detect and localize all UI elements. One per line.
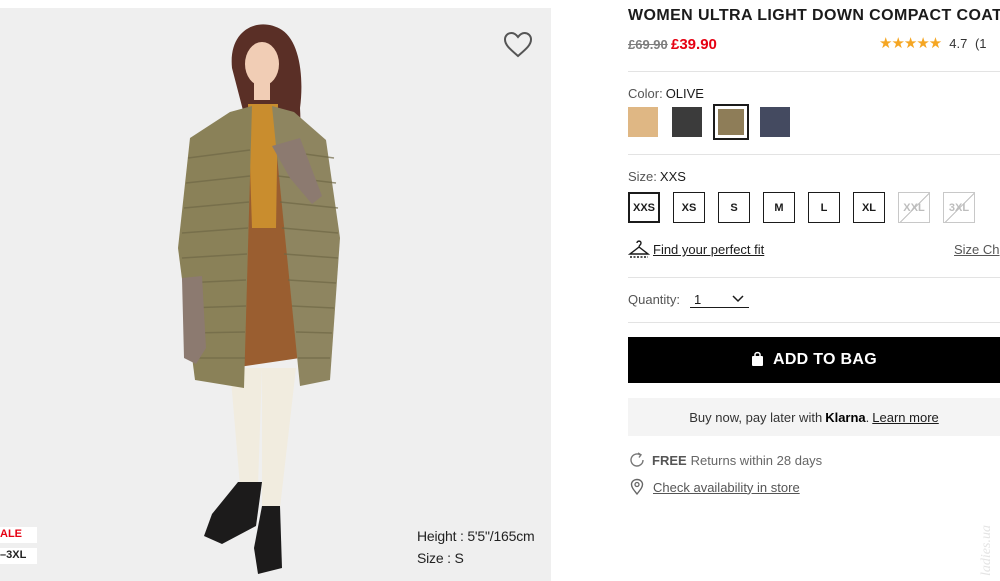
- size-option-xxl[interactable]: XXL: [898, 192, 930, 223]
- color-swatch-beige[interactable]: [628, 107, 658, 137]
- original-price: £69.90: [628, 37, 668, 52]
- product-image-panel: Height : 5'5"/165cm Size : S ALE –3XL: [0, 8, 551, 581]
- size-option-s[interactable]: S: [718, 192, 750, 223]
- sale-price: £39.90: [671, 36, 717, 53]
- quantity-value: 1: [694, 292, 702, 307]
- sale-badge: ALE: [0, 527, 37, 543]
- add-to-bag-label: ADD TO BAG: [772, 351, 878, 368]
- rating-stars-icon: ★★★★★: [879, 35, 942, 52]
- selected-size-name: XXS: [659, 169, 686, 184]
- model-height-caption: Height : 5'5"/165cm: [417, 528, 535, 544]
- rating-count: (1: [974, 36, 987, 51]
- svg-text:ladies.ua: ladies.ua: [979, 525, 994, 576]
- store-availability: Check availability in store: [628, 478, 800, 496]
- product-title: WOMEN ULTRA LIGHT DOWN COMPACT COAT: [628, 7, 1000, 24]
- klarna-learn-more-link[interactable]: Learn more: [872, 410, 938, 425]
- klarna-brand: Klarna: [825, 409, 866, 425]
- product-rating[interactable]: ★★★★★ 4.7 (1: [879, 34, 987, 52]
- rating-value: 4.7: [949, 36, 968, 51]
- size-option-l[interactable]: L: [808, 192, 840, 223]
- color-label-row: Color: OLIVE: [628, 86, 704, 101]
- size-range-badge: –3XL: [0, 548, 37, 564]
- shopping-bag-icon: [751, 351, 763, 366]
- divider: [628, 277, 1000, 278]
- quantity-label: Quantity:: [628, 292, 681, 307]
- quantity-select[interactable]: 1: [690, 291, 749, 308]
- add-to-bag-button[interactable]: ADD TO BAG: [628, 337, 1000, 383]
- returns-icon: [630, 452, 644, 467]
- returns-info: FREE Returns within 28 days: [628, 451, 822, 469]
- favorite-heart-icon[interactable]: [503, 30, 533, 60]
- klarna-period: .: [865, 409, 870, 425]
- size-option-xl[interactable]: XL: [853, 192, 885, 223]
- returns-free-label: FREE: [652, 452, 687, 468]
- color-swatch-olive[interactable]: [713, 104, 749, 140]
- watermark-graphic: ladies.ua: [979, 525, 994, 576]
- divider: [628, 322, 1000, 323]
- size-chart-link[interactable]: Size Ch: [954, 242, 1000, 257]
- size-option-3xl[interactable]: 3XL: [943, 192, 975, 223]
- product-info-panel: WOMEN ULTRA LIGHT DOWN COMPACT COAT £69.…: [628, 0, 1000, 581]
- size-options: XXS XS S M L XL XXL 3XL: [628, 192, 975, 223]
- size-option-xxs[interactable]: XXS: [628, 192, 660, 223]
- size-option-xs[interactable]: XS: [673, 192, 705, 223]
- model-size-caption: Size : S: [417, 550, 464, 566]
- color-swatch-navy[interactable]: [760, 107, 790, 137]
- product-model-photo: [178, 24, 340, 574]
- check-availability-link[interactable]: Check availability in store: [653, 480, 800, 495]
- size-option-m[interactable]: M: [763, 192, 795, 223]
- hanger-icon: [628, 240, 650, 258]
- find-perfect-fit-link[interactable]: Find your perfect fit: [653, 242, 764, 257]
- divider: [628, 71, 1000, 72]
- color-swatches: [628, 104, 790, 140]
- fit-row: Find your perfect fit Size Ch: [628, 238, 1000, 262]
- chevron-down-icon: [732, 295, 744, 303]
- color-label: Color:: [628, 86, 663, 101]
- selected-color-name: OLIVE: [665, 86, 704, 101]
- location-pin-icon: [630, 478, 644, 496]
- returns-text: Returns within 28 days: [690, 452, 823, 468]
- color-swatch-dark-gray[interactable]: [672, 107, 702, 137]
- klarna-banner: Buy now, pay later with Klarna. Learn mo…: [628, 398, 1000, 436]
- klarna-text: Buy now, pay later with: [689, 409, 823, 425]
- divider: [628, 154, 1000, 155]
- size-label: Size:: [628, 169, 657, 184]
- size-label-row: Size: XXS: [628, 169, 686, 184]
